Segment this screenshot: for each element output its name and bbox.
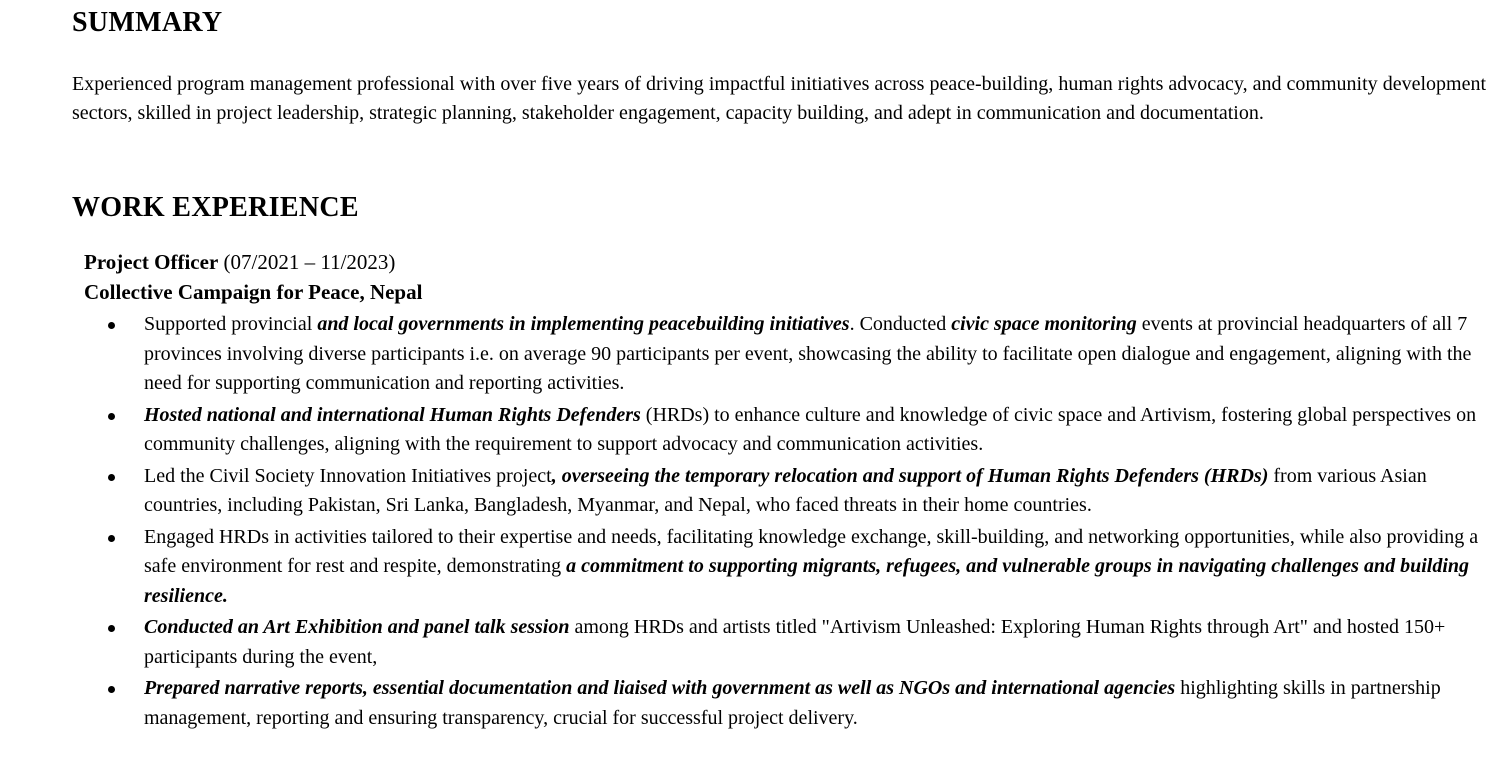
responsibility-item: Hosted national and international Human … [72,401,1492,460]
summary-text: Experienced program management professio… [72,73,1486,124]
job-responsibilities-list: Supported provincial and local governmen… [72,310,1492,735]
responsibility-item: Led the Civil Society Innovation Initiat… [72,462,1492,521]
job-dates: (07/2021 – 11/2023) [218,250,396,274]
responsibility-item: Engaged HRDs in activities tailored to t… [72,523,1492,612]
bullet-dot-icon [108,686,115,693]
emphasized-text: Hosted national and international Human … [144,403,641,426]
emphasized-text: Prepared narrative reports, essential do… [144,677,1176,699]
responsibility-item: Conducted an Art Exhibition and panel ta… [72,613,1492,672]
emphasized-text: and local governments in implementing pe… [317,313,850,335]
emphasized-text: , overseeing the temporary relocation an… [551,464,1269,487]
work-experience-heading: WORK EXPERIENCE [72,192,359,223]
emphasized-text: Conducted an Art Exhibition and panel ta… [144,616,570,638]
summary-heading: SUMMARY [72,7,223,38]
responsibility-item: Prepared narrative reports, essential do… [72,674,1492,733]
job-organization-line: Collective Campaign for Peace, Nepal [84,277,422,307]
body-text: Led the Civil Society Innovation Initiat… [144,464,552,487]
bullet-dot-icon [108,322,115,329]
body-text: Supported provincial [144,313,318,335]
emphasized-text: civic space monitoring [951,313,1137,335]
bullet-dot-icon [108,625,115,632]
job-organization: Collective Campaign for Peace, Nepal [84,280,423,304]
body-text: . Conducted [849,313,952,335]
bullet-dot-icon [108,412,115,420]
bullet-dot-icon [108,473,115,481]
job-title: Project Officer [84,250,219,274]
bullet-dot-icon [108,534,115,542]
job-title-line: Project Officer (07/2021 – 11/2023) [84,247,395,277]
responsibility-item: Supported provincial and local governmen… [72,310,1492,399]
